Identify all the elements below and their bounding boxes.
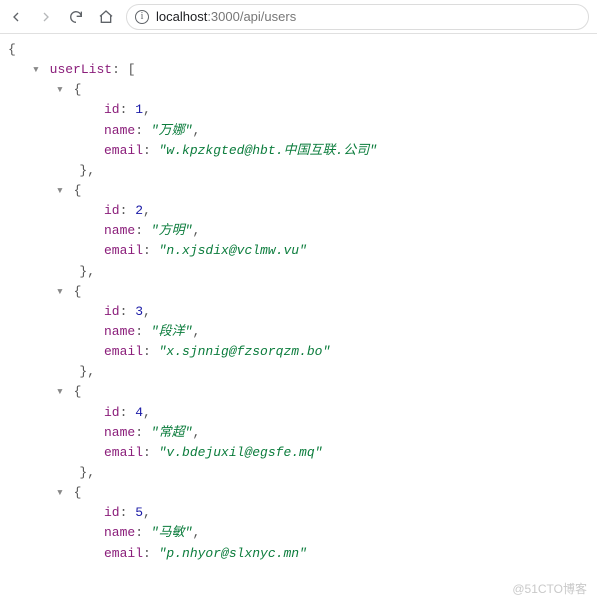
field-id: id: 4, bbox=[8, 403, 597, 423]
json-viewer: { ▾ userList: [ ▾ {id: 1,name: "万娜",emai… bbox=[0, 34, 597, 564]
field-id: id: 2, bbox=[8, 201, 597, 221]
object-close: }, bbox=[8, 161, 597, 181]
object-close: }, bbox=[8, 463, 597, 483]
object-open[interactable]: ▾ { bbox=[8, 282, 597, 302]
collapse-icon[interactable]: ▾ bbox=[56, 181, 64, 201]
field-email: email: "w.kpzkgted@hbt.中国互联.公司" bbox=[8, 141, 597, 161]
object-open[interactable]: ▾ { bbox=[8, 80, 597, 100]
field-email: email: "x.sjnnig@fzsorqzm.bo" bbox=[8, 342, 597, 362]
url-text: localhost:3000/api/users bbox=[156, 9, 296, 24]
field-name: name: "万娜", bbox=[8, 121, 597, 141]
object-open[interactable]: ▾ { bbox=[8, 483, 597, 503]
object-open[interactable]: ▾ { bbox=[8, 382, 597, 402]
object-close: }, bbox=[8, 262, 597, 282]
nav-icons bbox=[8, 9, 114, 25]
field-id: id: 1, bbox=[8, 100, 597, 120]
field-email: email: "p.nhyor@slxnyc.mn" bbox=[8, 544, 597, 564]
collapse-icon[interactable]: ▾ bbox=[56, 382, 64, 402]
field-email: email: "n.xjsdix@vclmw.vu" bbox=[8, 241, 597, 261]
field-name: name: "常超", bbox=[8, 423, 597, 443]
watermark: @51CTO博客 bbox=[512, 580, 587, 597]
collapse-icon[interactable]: ▾ bbox=[32, 60, 40, 80]
field-name: name: "马敏", bbox=[8, 523, 597, 543]
collapse-icon[interactable]: ▾ bbox=[56, 80, 64, 100]
field-name: name: "方明", bbox=[8, 221, 597, 241]
field-email: email: "v.bdejuxil@egsfe.mq" bbox=[8, 443, 597, 463]
forward-icon[interactable] bbox=[38, 9, 54, 25]
back-icon[interactable] bbox=[8, 9, 24, 25]
collapse-icon[interactable]: ▾ bbox=[56, 483, 64, 503]
field-name: name: "段洋", bbox=[8, 322, 597, 342]
url-bar[interactable]: i localhost:3000/api/users bbox=[126, 4, 589, 30]
userlist-key-line[interactable]: ▾ userList: [ bbox=[8, 60, 597, 80]
field-id: id: 5, bbox=[8, 503, 597, 523]
reload-icon[interactable] bbox=[68, 9, 84, 25]
object-close: }, bbox=[8, 362, 597, 382]
field-id: id: 3, bbox=[8, 302, 597, 322]
info-icon[interactable]: i bbox=[135, 10, 149, 24]
browser-toolbar: i localhost:3000/api/users bbox=[0, 0, 597, 34]
object-open[interactable]: ▾ { bbox=[8, 181, 597, 201]
collapse-icon[interactable]: ▾ bbox=[56, 282, 64, 302]
home-icon[interactable] bbox=[98, 9, 114, 25]
open-brace: { bbox=[8, 42, 16, 57]
